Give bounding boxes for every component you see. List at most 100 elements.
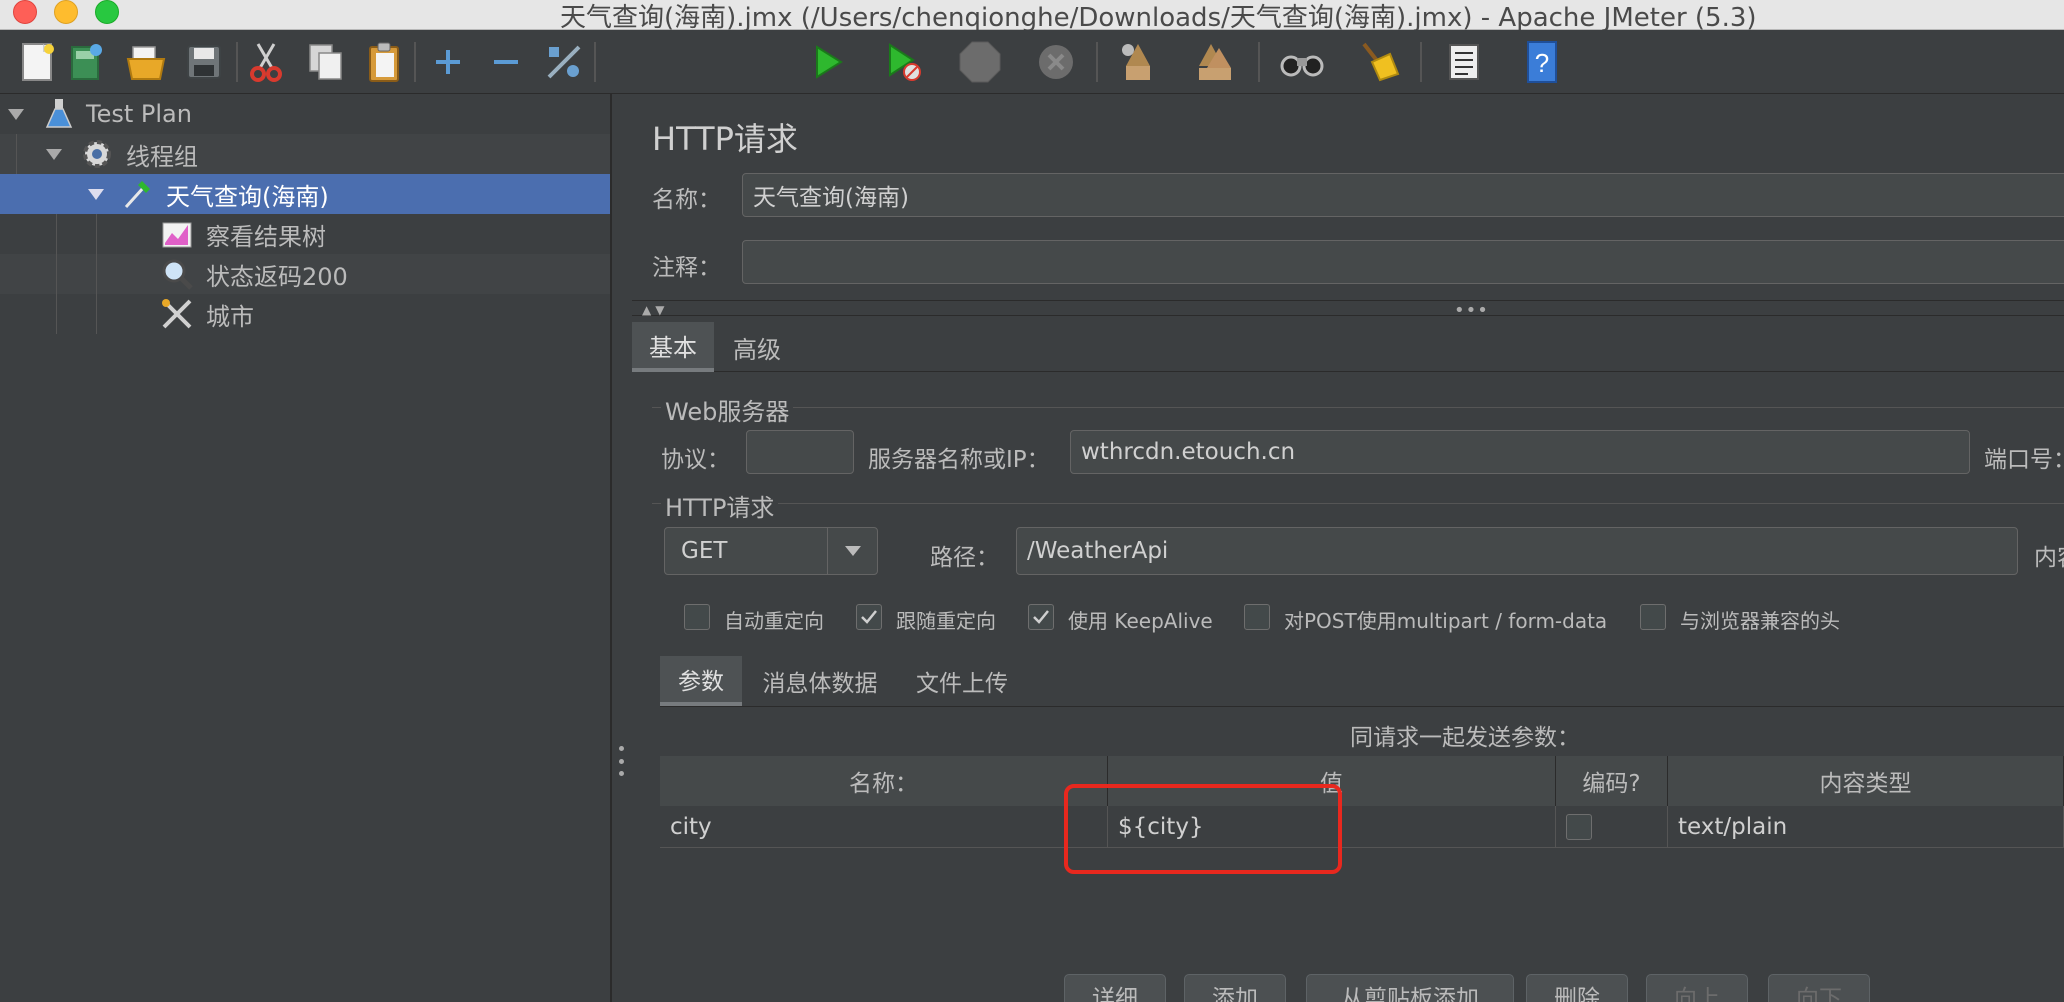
function-helper-button[interactable] [1440, 38, 1488, 86]
http-request-group-title: HTTP请求 [661, 488, 779, 523]
tab-parameters[interactable]: 参数 [660, 656, 742, 706]
param-name-cell[interactable]: city [660, 806, 1108, 848]
column-header-name[interactable]: 名称： [660, 756, 1108, 806]
toolbar-separator [1258, 42, 1260, 82]
open-button[interactable] [122, 38, 170, 86]
start-no-pauses-button[interactable] [880, 38, 928, 86]
server-field[interactable]: wthrcdn.etouch.cn [1070, 430, 1970, 474]
splitter-grip-icon[interactable] [619, 746, 625, 776]
collapse-divider[interactable] [632, 300, 2064, 316]
browser-compatible-headers-checkbox[interactable] [1640, 604, 1666, 630]
tree-item-label: 状态返码200 [206, 262, 348, 291]
stop-button[interactable] [956, 38, 1004, 86]
magnifier-icon [162, 259, 193, 290]
collapse-arrows-icon[interactable]: ▲▼ [642, 303, 668, 317]
graph-icon [162, 222, 192, 248]
divider-grip-icon[interactable]: ••• [1454, 300, 1489, 321]
checkmark-icon [861, 610, 877, 624]
tree-item-city-config[interactable]: 城市 [0, 294, 610, 334]
window-titlebar: 天气查询(海南).jmx (/Users/chenqionghe/Downloa… [0, 0, 2064, 33]
method-select[interactable]: GET [664, 527, 878, 575]
toggle-button[interactable] [540, 38, 588, 86]
checkmark-icon [1033, 610, 1049, 624]
new-test-plan-button[interactable] [14, 38, 62, 86]
shutdown-button[interactable] [1032, 38, 1080, 86]
detail-button[interactable]: 详细 [1064, 974, 1166, 1002]
window-minimize-button[interactable] [54, 0, 78, 24]
window-close-button[interactable] [13, 0, 37, 24]
function-helper-icon [1449, 44, 1479, 80]
reset-search-button[interactable] [1354, 38, 1402, 86]
tree-expander[interactable] [8, 109, 24, 120]
paste-button[interactable] [360, 38, 408, 86]
search-icon [1280, 55, 1324, 77]
toolbar-separator [594, 42, 596, 82]
content-encoding-label: 内容 [2034, 545, 2064, 571]
flask-icon [45, 99, 73, 128]
tree-item-test-plan[interactable]: Test Plan [0, 94, 610, 134]
start-button[interactable] [804, 38, 852, 86]
tree-item-view-results-tree[interactable]: 察看结果树 [0, 214, 610, 254]
clear-button[interactable] [1114, 38, 1162, 86]
param-encode-cell[interactable] [1556, 806, 1668, 848]
add-from-clipboard-button[interactable]: 从剪贴板添加 [1306, 974, 1514, 1002]
add-button[interactable]: 添加 [1184, 974, 1286, 1002]
tree-item-label: 天气查询(海南) [166, 182, 329, 211]
start-no-pauses-icon [889, 43, 921, 81]
shutdown-icon [1039, 45, 1073, 79]
sampler-pipette-icon [124, 181, 150, 209]
keepalive-checkbox[interactable] [1028, 604, 1054, 630]
copy-button[interactable] [302, 38, 350, 86]
tab-files-upload[interactable]: 文件上传 [904, 656, 1020, 706]
cut-button[interactable] [242, 38, 290, 86]
multipart-checkbox[interactable] [1244, 604, 1270, 630]
clear-all-button[interactable] [1190, 38, 1238, 86]
start-icon [816, 45, 843, 79]
path-field[interactable]: /WeatherApi [1016, 527, 2018, 575]
templates-icon [71, 44, 102, 80]
templates-button[interactable] [62, 38, 110, 86]
expand-all-button[interactable] [424, 38, 472, 86]
multipart-label: 对POST使用multipart / form-data [1284, 609, 1608, 633]
chevron-down-icon[interactable] [827, 528, 877, 574]
delete-button[interactable]: 删除 [1526, 974, 1628, 1002]
column-header-content-type[interactable]: 内容类型 [1668, 756, 2064, 806]
tree-item-label: Test Plan [86, 100, 192, 128]
panel-title: HTTP请求 [652, 120, 798, 158]
toolbar-separator [414, 42, 416, 82]
help-icon: ? [1527, 41, 1557, 83]
pane-splitter[interactable] [612, 94, 632, 1002]
expand-icon [436, 50, 460, 74]
follow-redirect-checkbox[interactable] [856, 604, 882, 630]
help-button[interactable]: ? [1518, 38, 1566, 86]
param-encode-checkbox[interactable] [1566, 813, 1592, 840]
save-button[interactable] [180, 38, 228, 86]
tab-advanced[interactable]: 高级 [718, 322, 796, 372]
tree-item-thread-group[interactable]: 线程组 [0, 134, 610, 174]
param-content-type-cell[interactable]: text/plain [1668, 806, 2064, 848]
tree-item-response-assertion[interactable]: 状态返码200 [0, 254, 610, 294]
column-header-encode[interactable]: 编码? [1556, 756, 1668, 806]
keepalive-label: 使用 KeepAlive [1068, 609, 1213, 633]
stop-icon [959, 41, 1001, 83]
toolbar-separator [236, 42, 238, 82]
tree-expander[interactable] [88, 189, 104, 200]
search-button[interactable] [1278, 38, 1326, 86]
auto-redirect-checkbox[interactable] [684, 604, 710, 630]
collapse-all-button[interactable] [482, 38, 530, 86]
comment-field[interactable] [742, 240, 2064, 284]
window-zoom-button[interactable] [95, 0, 119, 24]
move-up-button[interactable]: 向上 [1646, 974, 1748, 1002]
tab-basic[interactable]: 基本 [632, 322, 714, 372]
tree-expander[interactable] [46, 149, 62, 160]
tab-body-data[interactable]: 消息体数据 [752, 656, 888, 706]
open-folder-icon [126, 46, 166, 80]
tools-icon [162, 299, 192, 329]
tree-item-label: 城市 [206, 302, 254, 331]
protocol-field[interactable] [746, 430, 854, 474]
copy-icon [309, 44, 342, 80]
move-down-button[interactable]: 向下 [1768, 974, 1870, 1002]
name-field[interactable]: 天气查询(海南) [742, 173, 2064, 217]
toggle-icon [547, 45, 581, 79]
tree-item-http-request[interactable]: 天气查询(海南) [0, 174, 610, 214]
